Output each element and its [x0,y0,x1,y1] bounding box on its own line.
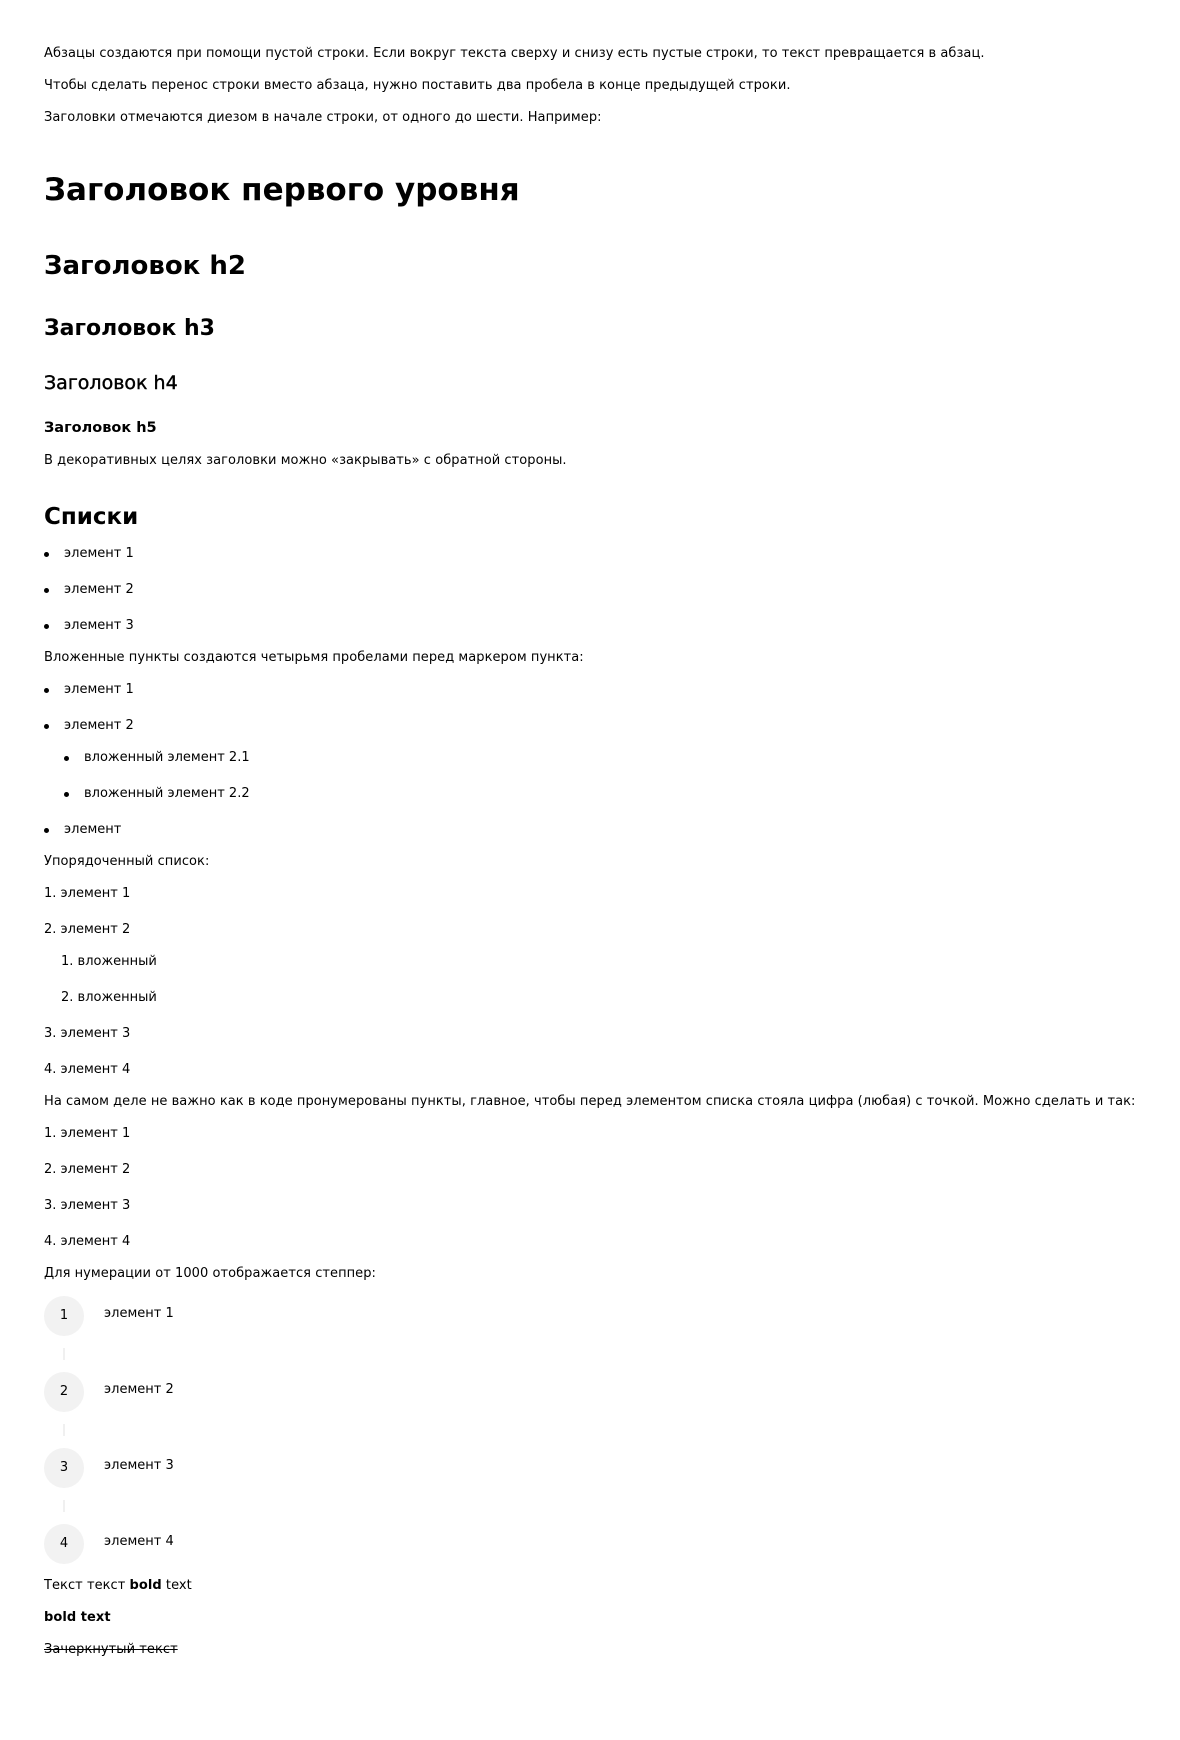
ordered-list-item: 4. элемент 4 [44,1234,131,1249]
list-item-text: элемент 3 [64,618,134,633]
plain-text: Текст текст [44,1578,130,1593]
step-number-badge: 3 [44,1448,84,1488]
ordered-list-item: 1. элемент 1 [44,1126,131,1141]
paragraph-intro-2: Чтобы сделать перенос строки вместо абза… [44,78,791,93]
list-item-text: элемент 2 [64,718,134,733]
step-number-badge: 2 [44,1372,84,1412]
list-item-text: элемент 1 [64,682,134,697]
step-connector [63,1348,65,1360]
heading-h2: Заголовок h2 [44,251,246,281]
bullet-marker [44,624,49,629]
stepper-intro: Для нумерации от 1000 отображается степп… [44,1266,376,1281]
bullet-marker [64,756,69,761]
bullet-marker [44,552,49,557]
step-label: элемент 2 [104,1382,174,1397]
heading-h5: Заголовок h5 [44,420,157,436]
heading-h3: Заголовок h3 [44,316,215,341]
step-connector [63,1500,65,1512]
bold-paragraph: bold text [44,1610,111,1625]
ordered-list-item: 3. элемент 3 [44,1026,131,1041]
nested-ordered-list-item: 2. вложенный [61,990,157,1005]
heading-lists: Списки [44,504,139,530]
paragraph-intro-1: Абзацы создаются при помощи пустой строк… [44,46,985,61]
ordered-list-item: 1. элемент 1 [44,886,131,901]
heading-h4: Заголовок h4 [44,372,178,394]
list-item-text: вложенный элемент 2.1 [84,750,250,765]
bullet-marker [44,724,49,729]
ordered-list-intro: Упорядоченный список: [44,854,210,869]
list-item-text: элемент [64,822,122,837]
bullet-marker [44,588,49,593]
step-number-badge: 4 [44,1524,84,1564]
nested-list-intro: Вложенные пункты создаются четырьмя проб… [44,650,584,665]
heading-closing-note: В декоративных целях заголовки можно «за… [44,453,567,468]
step-label: элемент 1 [104,1306,174,1321]
markdown-document: Абзацы создаются при помощи пустой строк… [0,0,1180,1740]
list-item-text: элемент 2 [64,582,134,597]
heading-h1: Заголовок первого уровня [44,172,520,208]
plain-text: text [161,1578,192,1593]
ordered-list-item: 4. элемент 4 [44,1062,131,1077]
ordered-list-item: 2. элемент 2 [44,922,131,937]
step-label: элемент 3 [104,1458,174,1473]
nested-ordered-list-item: 1. вложенный [61,954,157,969]
step-connector [63,1424,65,1436]
numbering-note: На самом деле не важно как в коде пронум… [44,1094,1136,1109]
bullet-marker [44,688,49,693]
ordered-list-item: 3. элемент 3 [44,1198,131,1213]
paragraph-intro-3: Заголовки отмечаются диезом в начале стр… [44,110,602,125]
bold-text: bold [129,1578,162,1593]
step-number-badge: 1 [44,1296,84,1336]
ordered-list-item: 2. элемент 2 [44,1162,131,1177]
bullet-marker [44,828,49,833]
strikethrough-paragraph: Зачеркнутый текст [44,1642,178,1657]
list-item-text: вложенный элемент 2.2 [84,786,250,801]
list-item-text: элемент 1 [64,546,134,561]
bullet-marker [64,792,69,797]
mixed-format-paragraph: Текст текст bold text [44,1579,192,1592]
step-label: элемент 4 [104,1534,174,1549]
